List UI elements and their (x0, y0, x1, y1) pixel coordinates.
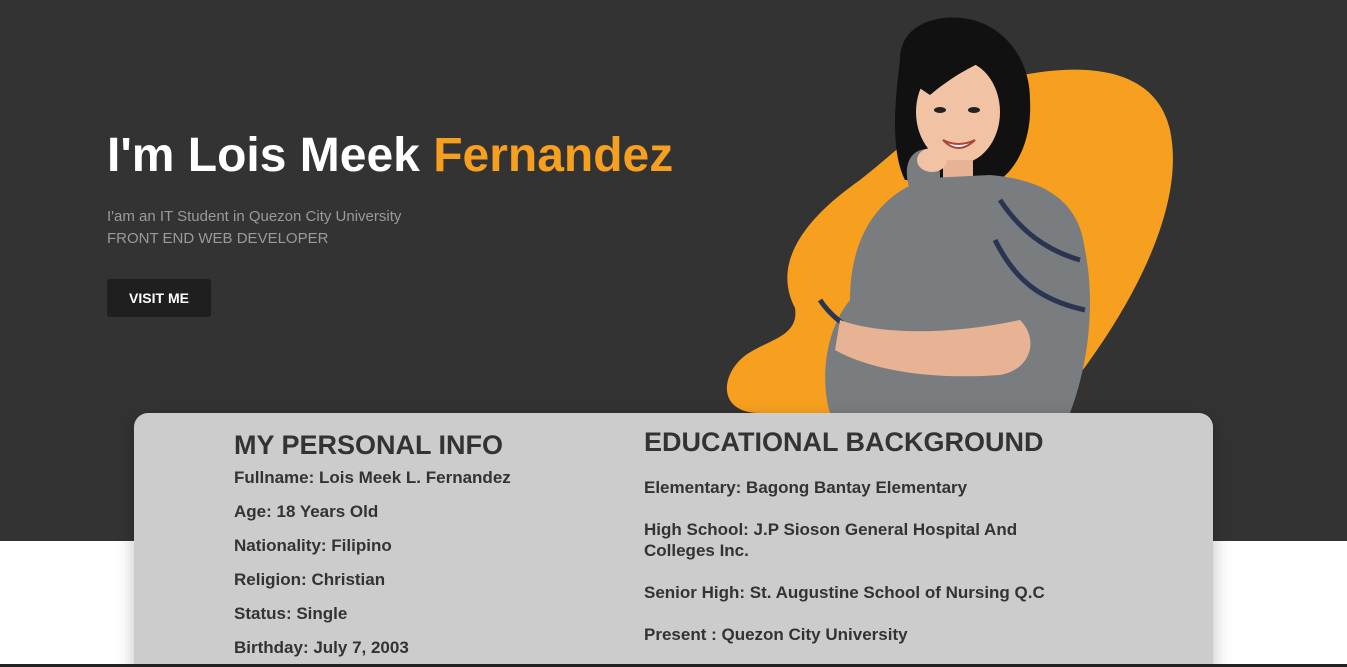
right-eye-shape (968, 107, 980, 113)
personal-info-item: Status: Single (234, 604, 348, 623)
education-list: Elementary: Bagong Bantay Elementary Hig… (644, 477, 1064, 645)
education-column: EDUCATIONAL BACKGROUND Elementary: Bagon… (644, 426, 1064, 666)
portfolio-page: I'm Lois Meek Fernandez I'am an IT Stude… (0, 0, 1347, 667)
education-title: EDUCATIONAL BACKGROUND (644, 427, 1044, 457)
hero-subtitle: I'am an IT Student in Quezon City Univer… (107, 206, 673, 250)
hero-title-accent: Fernandez (433, 129, 674, 182)
visit-me-button[interactable]: VISIT ME (107, 279, 211, 317)
hero-title-prefix: I'm Lois Meek (107, 129, 434, 182)
personal-info-item: Religion: Christian (234, 570, 386, 589)
hero-text: I'm Lois Meek Fernandez I'am an IT Stude… (107, 128, 673, 250)
personal-info-item: Age: 18 Years Old (234, 502, 379, 521)
personal-info-title: MY PERSONAL INFO (234, 430, 504, 460)
hero-title: I'm Lois Meek Fernandez (107, 128, 673, 184)
education-item: Elementary: Bagong Bantay Elementary (644, 478, 968, 497)
education-item: High School: J.P Sioson General Hospital… (644, 520, 1018, 560)
personal-info-column: MY PERSONAL INFO Fullname: Lois Meek L. … (234, 429, 594, 667)
hand-shape (917, 148, 947, 172)
personal-info-item: Birthday: July 7, 2003 (234, 638, 409, 657)
portrait-image (700, 0, 1200, 414)
personal-info-item: Fullname: Lois Meek L. Fernandez (234, 468, 511, 487)
info-card: MY PERSONAL INFO Fullname: Lois Meek L. … (134, 413, 1213, 667)
left-eye-shape (934, 107, 946, 113)
personal-info-item: Nationality: Filipino (234, 536, 392, 555)
education-item: Senior High: St. Augustine School of Nur… (644, 583, 1045, 602)
portrait-illustration (726, 17, 1173, 414)
hero-subtitle-line-1: I'am an IT Student in Quezon City Univer… (107, 208, 402, 225)
education-item: Present : Quezon City University (644, 625, 908, 644)
hero-subtitle-line-2: FRONT END WEB DEVELOPER (107, 230, 329, 247)
personal-info-list: Fullname: Lois Meek L. Fernandez Age: 18… (234, 468, 594, 658)
